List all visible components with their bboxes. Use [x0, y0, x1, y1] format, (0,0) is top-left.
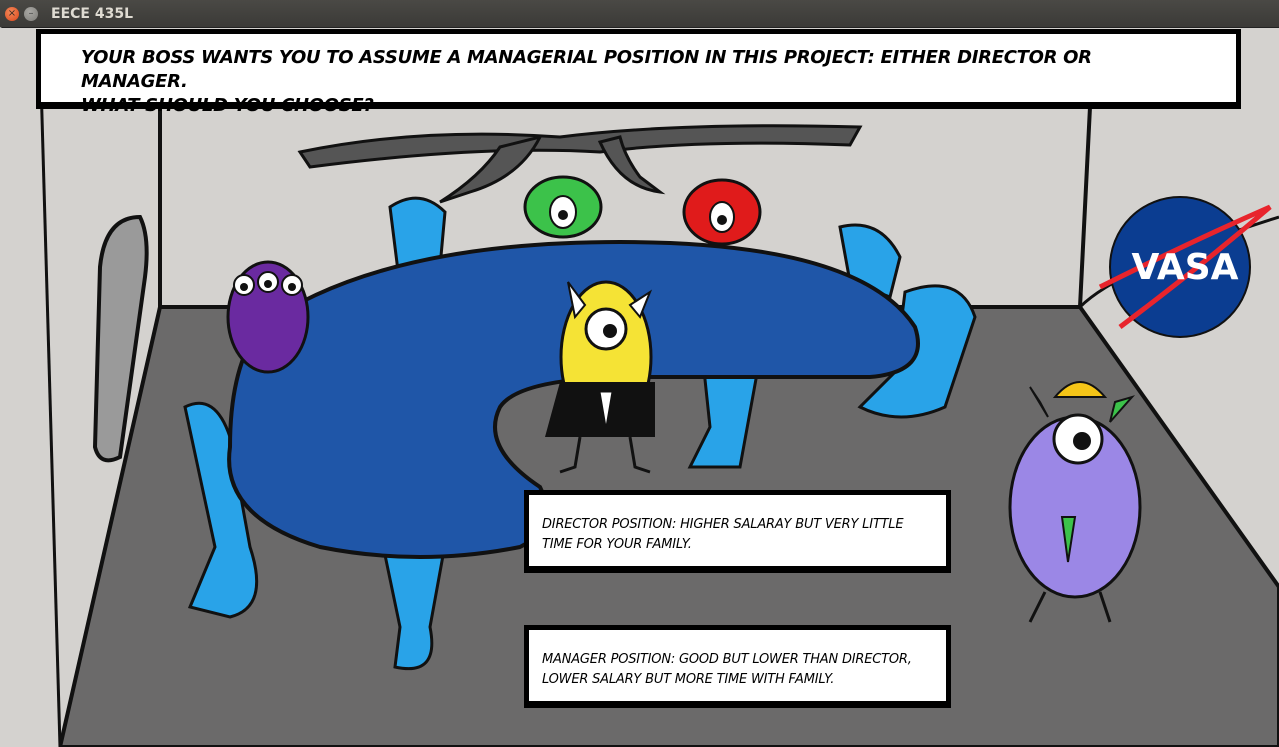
- vasa-logo: VASA: [1098, 196, 1272, 338]
- question-panel: YOUR BOSS WANTS YOU TO ASSUME A MANAGERI…: [36, 29, 1241, 116]
- director-choice-button[interactable]: DIRECTOR POSITION: HIGHER SALARAY BUT VE…: [524, 490, 951, 573]
- close-icon: ×: [7, 7, 17, 19]
- window-title: EECE 435L: [51, 5, 133, 22]
- minimize-icon: –: [28, 7, 34, 19]
- minimize-window-button[interactable]: –: [24, 6, 38, 21]
- red-alien-monster: [682, 178, 762, 246]
- question-line-2: WHAT SHOULD YOU CHOOSE?: [81, 95, 374, 116]
- green-alien-monster: [523, 175, 603, 239]
- manager-choice-button[interactable]: MANAGER POSITION: GOOD BUT LOWER THAN DI…: [524, 625, 951, 708]
- manager-choice-label: MANAGER POSITION: GOOD BUT LOWER THAN DI…: [542, 652, 912, 687]
- vasa-logo-text: VASA: [1131, 247, 1238, 288]
- purple-three-eyed-monster: [226, 260, 310, 374]
- director-choice-label: DIRECTOR POSITION: HIGHER SALARAY BUT VE…: [542, 517, 904, 552]
- game-scene: VASA YOUR BOSS WANTS YOU TO ASSUME A MAN…: [0, 27, 1279, 747]
- question-line-1: YOUR BOSS WANTS YOU TO ASSUME A MANAGERI…: [81, 47, 1092, 92]
- close-window-button[interactable]: ×: [5, 6, 19, 21]
- window-titlebar: × – EECE 435L: [0, 0, 1279, 28]
